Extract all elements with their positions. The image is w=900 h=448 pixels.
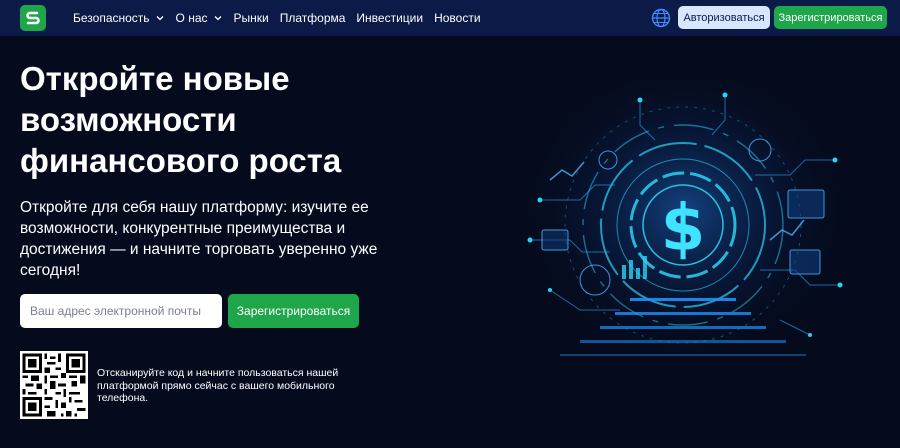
register-button-top[interactable]: Зарегистрироваться xyxy=(774,6,887,29)
dollar-hologram-icon: $ xyxy=(520,80,850,375)
hero-title: Откройте новые возможности финансового р… xyxy=(20,60,342,179)
nav-item-news[interactable]: Новости xyxy=(434,11,480,25)
register-button-hero[interactable]: Зарегистрироваться xyxy=(228,294,359,328)
globe-icon[interactable] xyxy=(651,8,671,28)
qr-code-icon xyxy=(20,351,88,419)
nav-item-label: Инвестиции xyxy=(356,11,424,25)
nav-item-about[interactable]: О нас xyxy=(176,11,223,25)
nav-item-label: Безопасность xyxy=(73,11,150,25)
nav-item-label: Новости xyxy=(434,11,481,25)
nav-item-label: Рынки xyxy=(233,11,269,25)
s-logo-icon[interactable] xyxy=(20,5,46,31)
top-navbar: Безопасность О нас Рынки Платформа Инвес… xyxy=(0,0,900,36)
login-button[interactable]: Авторизоваться xyxy=(678,6,770,29)
chevron-down-icon xyxy=(214,16,221,21)
email-input[interactable] xyxy=(20,294,222,328)
nav-item-markets[interactable]: Рынки xyxy=(234,11,269,25)
nav-item-label: О нас xyxy=(175,11,208,25)
chevron-down-icon xyxy=(156,16,164,21)
qr-caption: Отсканируйте код и начните пользоваться … xyxy=(97,367,339,404)
nav-item-security[interactable]: Безопасность xyxy=(73,11,165,25)
nav-item-platform[interactable]: Платформа xyxy=(280,11,346,25)
hero-subtitle: Откройте для себя нашу платформу: изучит… xyxy=(20,199,378,279)
nav-item-label: Платформа xyxy=(279,11,346,25)
svg-text:$: $ xyxy=(661,192,706,266)
main-nav: Безопасность О нас Рынки Платформа Инвес… xyxy=(73,0,492,36)
nav-item-investments[interactable]: Инвестиции xyxy=(356,11,423,25)
